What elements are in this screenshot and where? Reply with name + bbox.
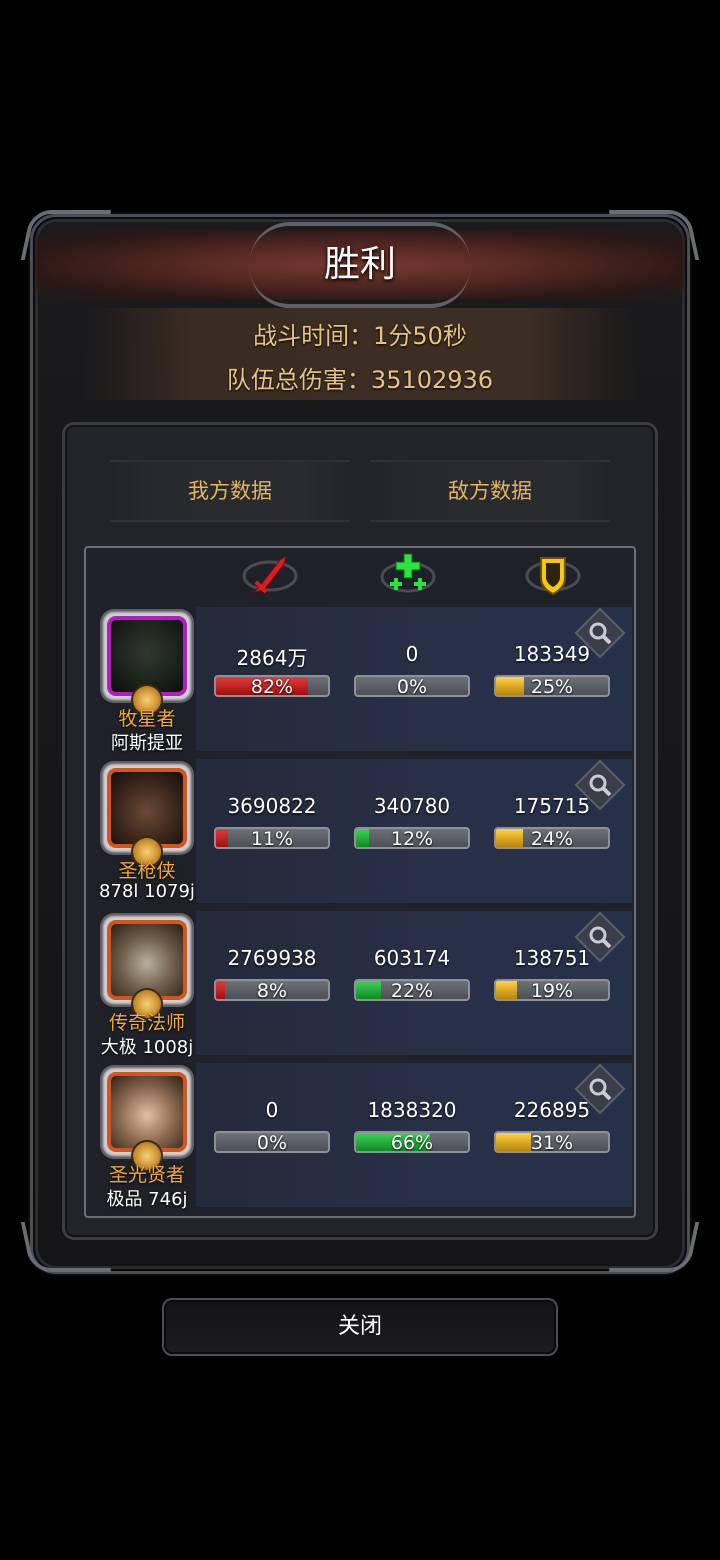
damage-percent: 11% [250,828,294,849]
hero-class: 牧星者 [118,708,176,730]
defense-percent: 25% [530,676,574,697]
close-button[interactable]: 关闭 [162,1298,558,1356]
hero-name: 大极 1008j [100,1037,194,1058]
defense-percent: 24% [530,828,574,849]
defense-bar: 25% [494,675,610,697]
hero-face [111,620,183,692]
hero-name: 阿斯提亚 [111,733,183,754]
damage-bar: 11% [214,827,330,849]
damage-value: 0 [265,1098,279,1122]
damage-bar: 8% [214,979,330,1001]
hero-name: 极品 746j [106,1189,188,1210]
damage-value: 2769938 [227,946,317,970]
heal-value: 603174 [373,946,451,970]
damage-bar: 82% [214,675,330,697]
shield-icon [523,550,583,600]
page-title: 胜利 [323,244,396,285]
team-total-damage: 队伍总伤害：35102936 [226,366,494,394]
heal-bar: 12% [354,827,470,849]
hero-class: 传奇法师 [108,1012,185,1034]
battle-time: 战斗时间：1分50秒 [253,322,467,350]
damage-value: 3690822 [227,794,317,818]
hero-face [111,924,183,996]
hero-face [111,772,183,844]
heal-bar: 66% [354,1131,470,1153]
defense-bar: 24% [494,827,610,849]
heal-percent: 12% [390,828,434,849]
hero-portrait-frame [107,920,187,1000]
defense-bar: 19% [494,979,610,1001]
defense-bar: 31% [494,1131,610,1153]
damage-percent: 82% [250,676,294,697]
damage-percent: 8% [256,980,288,1001]
hero-portrait-frame [107,616,187,696]
damage-value: 2864万 [236,646,308,670]
heal-plus-icon [378,550,438,600]
heal-percent: 22% [390,980,434,1001]
hero-name: 878l 1079j [99,881,195,902]
heal-value: 1838320 [367,1098,457,1122]
heal-percent: 0% [396,676,428,697]
heal-bar: 22% [354,979,470,1001]
heal-percent: 66% [390,1132,434,1153]
damage-bar: 0% [214,1131,330,1153]
heal-value: 0 [405,642,419,666]
hero-class: 圣枪侠 [118,860,176,882]
defense-percent: 19% [530,980,574,1001]
defense-percent: 31% [530,1132,574,1153]
tab-enemy-data[interactable]: 敌方数据 [370,460,610,522]
damage-percent: 0% [256,1132,288,1153]
heal-value: 340780 [373,794,451,818]
sword-icon [240,550,300,600]
tab-my-data[interactable]: 我方数据 [110,460,350,522]
hero-portrait-frame [107,1072,187,1152]
hero-face [111,1076,183,1148]
hero-class: 圣光贤者 [108,1164,185,1186]
hero-portrait-frame [107,768,187,848]
heal-bar: 0% [354,675,470,697]
